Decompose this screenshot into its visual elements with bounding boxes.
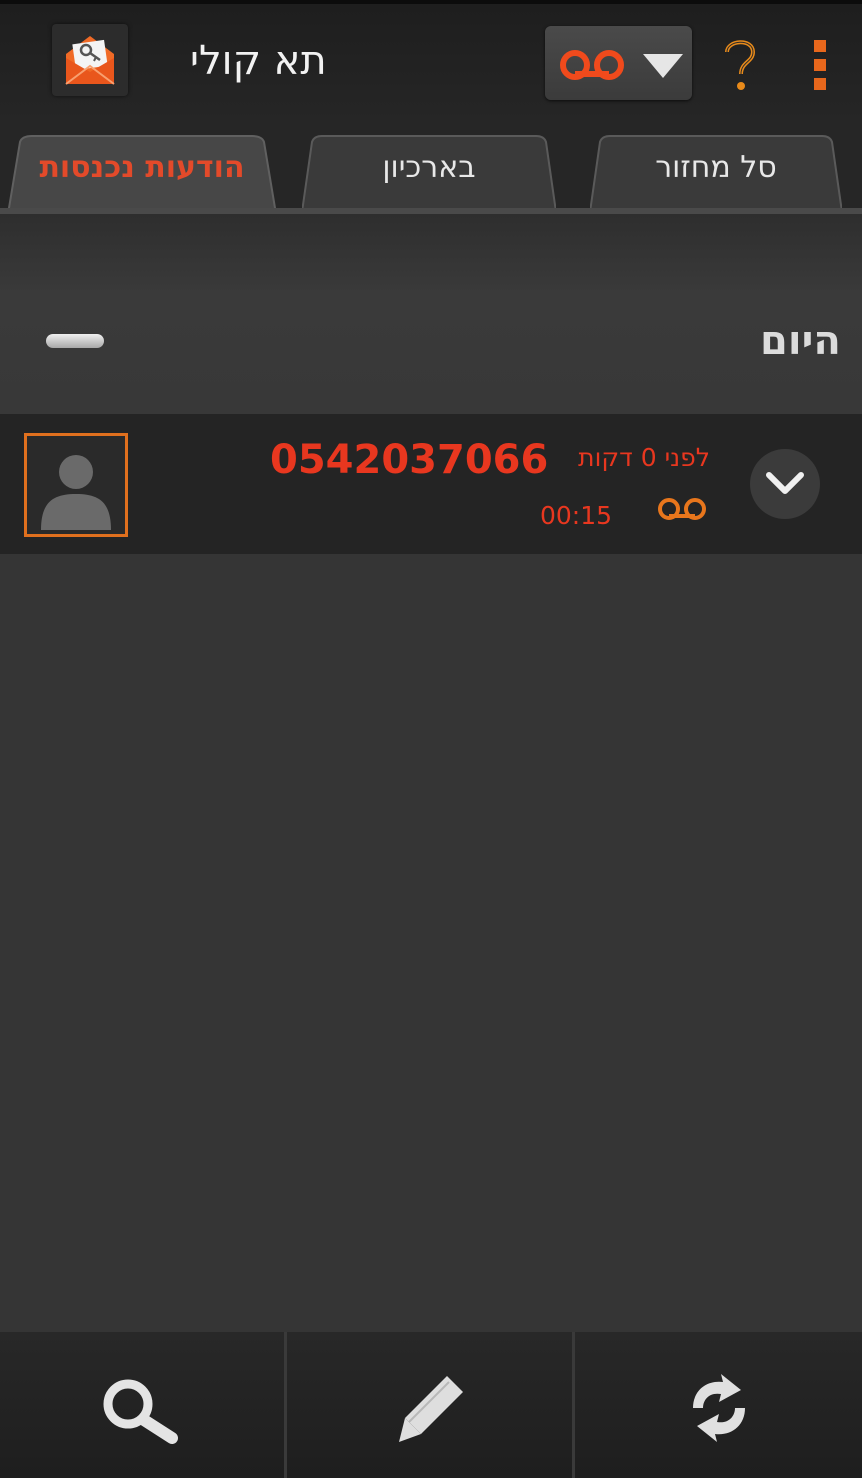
section-title-today: היום <box>760 318 841 364</box>
voicemail-icon <box>658 498 706 520</box>
compose-button[interactable] <box>287 1332 572 1478</box>
person-icon <box>41 455 111 530</box>
refresh-button[interactable] <box>575 1332 862 1478</box>
tab-incoming-messages[interactable]: הודעות נכנסות <box>8 134 276 214</box>
section-header <box>0 214 862 414</box>
avatar[interactable] <box>24 433 128 537</box>
overflow-menu-icon[interactable] <box>806 38 836 92</box>
tab-trash[interactable]: סל מחזור <box>590 134 842 212</box>
tab-label: בארכיון <box>382 150 476 185</box>
tab-label: הודעות נכנסות <box>39 150 245 185</box>
envelope-key-icon <box>65 36 115 85</box>
question-icon[interactable] <box>715 34 765 94</box>
expand-message-button[interactable] <box>750 449 820 519</box>
message-duration: 00:15 <box>540 501 613 530</box>
caller-number: 0542037066 <box>270 437 549 483</box>
voicemail-icon <box>560 50 624 80</box>
chevron-down-icon <box>643 54 683 78</box>
app-logo[interactable] <box>52 24 128 96</box>
refresh-icon <box>693 1374 745 1442</box>
chevron-down-icon <box>766 472 804 494</box>
search-icon <box>103 1379 178 1444</box>
tab-label: סל מחזור <box>655 150 777 185</box>
collapse-section-button[interactable] <box>46 334 104 348</box>
message-filter-dropdown[interactable] <box>545 26 692 100</box>
page-title: תא קולי <box>190 38 327 84</box>
pencil-icon <box>399 1376 463 1442</box>
tab-archive[interactable]: בארכיון <box>302 134 556 212</box>
message-time-ago: לפני 0 דקות <box>578 443 710 472</box>
search-button[interactable] <box>0 1332 284 1478</box>
